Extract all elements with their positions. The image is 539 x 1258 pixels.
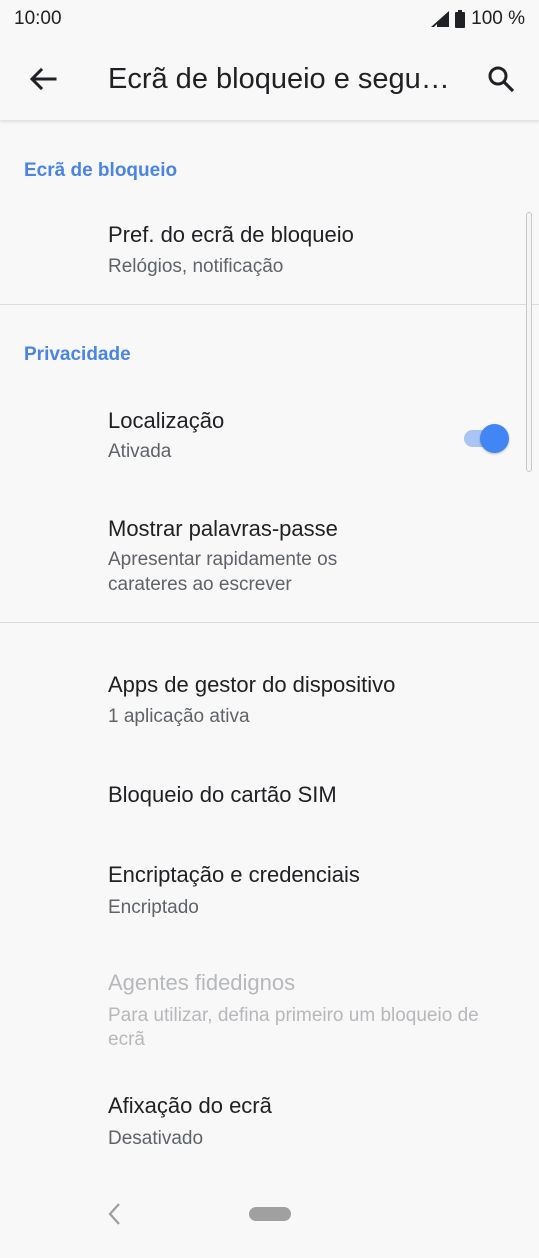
search-button[interactable] xyxy=(480,58,522,100)
item-title: Localização xyxy=(108,408,225,433)
item-subtitle: 1 aplicação ativa xyxy=(108,706,250,727)
navigation-bar xyxy=(0,1186,539,1258)
show-passwords-toggle[interactable] xyxy=(462,423,510,453)
item-subtitle: Desativado xyxy=(108,1128,204,1149)
list-item-sim-lock[interactable]: Bloqueio do cartão SIM xyxy=(0,760,539,840)
list-item-show-passwords[interactable]: Mostrar palavras-passe Apresentar rapida… xyxy=(0,492,539,622)
list-item-encryption[interactable]: Encriptação e credenciais Encriptado xyxy=(0,844,539,948)
list-item-lock-screen-prefs[interactable]: Pref. do ecrã de bloqueio Relógios, noti… xyxy=(0,200,539,304)
nav-back-icon[interactable] xyxy=(104,1200,124,1228)
item-title: Pref. do ecrã de bloqueio xyxy=(108,222,354,247)
divider xyxy=(0,304,539,305)
list-item-device-admin-apps[interactable]: Apps de gestor do dispositivo 1 aplicaçã… xyxy=(0,656,539,756)
item-title: Encriptação e credenciais xyxy=(108,862,360,887)
arrow-back-icon xyxy=(29,67,57,91)
section-header-privacy: Privacidade xyxy=(24,344,131,365)
battery-icon xyxy=(455,10,466,28)
item-title: Bloqueio do cartão SIM xyxy=(108,782,337,807)
item-title: Apps de gestor do dispositivo xyxy=(108,672,396,697)
item-subtitle-line1: Apresentar rapidamente os xyxy=(108,549,338,570)
status-icons: 100 % xyxy=(431,8,525,30)
item-subtitle-line2: ecrã xyxy=(108,1029,145,1050)
item-subtitle-line1: Para utilizar, defina primeiro um bloque… xyxy=(108,1005,479,1026)
status-time: 10:00 xyxy=(14,8,62,29)
signal-icon xyxy=(431,11,450,27)
item-subtitle: Relógios, notificação xyxy=(108,256,284,277)
settings-list: Ecrã de bloqueio Pref. do ecrã de bloque… xyxy=(0,120,539,1186)
item-subtitle: Ativada xyxy=(108,441,172,462)
toggle-thumb xyxy=(480,424,509,453)
nav-home-pill[interactable] xyxy=(249,1207,291,1221)
search-icon xyxy=(488,66,515,93)
divider xyxy=(0,622,539,623)
battery-percent: 100 % xyxy=(471,8,525,29)
list-item-screen-pinning[interactable]: Afixação do ecrã Desativado xyxy=(0,1076,539,1180)
back-button[interactable] xyxy=(22,58,64,100)
item-subtitle: Encriptado xyxy=(108,897,199,918)
section-header-lock-screen: Ecrã de bloqueio xyxy=(24,160,178,181)
page-title: Ecrã de bloqueio e segurança xyxy=(108,63,453,95)
screen: 10:00 100 % Ecrã de bloqueio e segurança xyxy=(0,0,539,1258)
status-bar: 10:00 100 % xyxy=(0,0,539,38)
scrollbar[interactable] xyxy=(526,212,532,472)
item-subtitle-line2: carateres ao escrever xyxy=(108,574,292,595)
list-item-trust-agents: Agentes fidedignos Para utilizar, defina… xyxy=(0,952,539,1070)
app-bar: Ecrã de bloqueio e segurança xyxy=(0,38,539,120)
list-item-location[interactable]: Localização Ativada xyxy=(0,384,539,488)
item-title: Mostrar palavras-passe xyxy=(108,516,338,541)
item-title: Agentes fidedignos xyxy=(108,970,296,995)
item-title: Afixação do ecrã xyxy=(108,1093,272,1118)
